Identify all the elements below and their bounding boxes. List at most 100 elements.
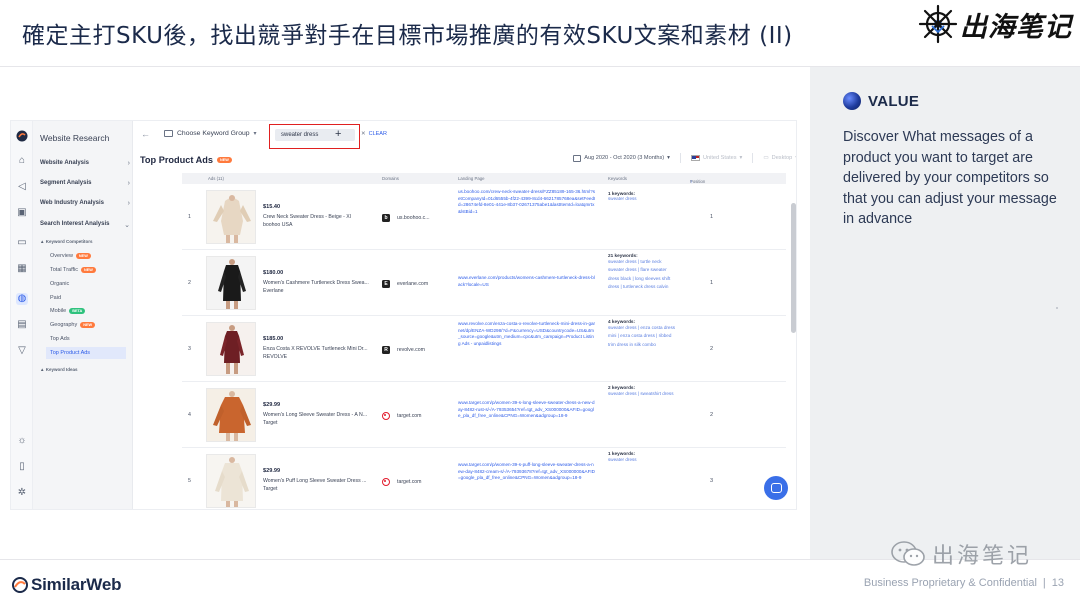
keyword-list[interactable]: sweater dress (608, 456, 678, 464)
country-selector[interactable]: United States ▾ (690, 155, 743, 161)
row-index: 3 (188, 346, 191, 352)
product-image[interactable] (206, 322, 256, 376)
slide-title: 確定主打SKU後，找出競爭對手在目標市場推廣的有效SKU文案和素材 (II) (22, 23, 793, 49)
product-image[interactable] (206, 388, 256, 442)
nav-section-website-analysis[interactable]: Website Analysis › (40, 160, 130, 167)
landing-page-link[interactable]: www.revolve.com/enza-costa-x-revolve-tur… (458, 321, 596, 347)
wechat-watermark: 出海笔记 (890, 538, 1032, 570)
similarweb-app-icon[interactable] (16, 130, 28, 142)
megaphone-icon[interactable]: ◁ (16, 181, 28, 193)
keyword-list[interactable]: sweater dress | turtle neck sweater dres… (608, 258, 678, 292)
similarweb-logo-text: SimilarWeb (31, 575, 122, 594)
header-landing-page[interactable]: Landing Page (458, 176, 485, 181)
section-title: Top Product Ads NEW (140, 155, 232, 165)
home-icon[interactable]: ⌂ (16, 155, 28, 167)
row-index: 2 (188, 280, 191, 286)
table-row[interactable]: 5 $29.99 Women's Puff Long Sleeve Sweate… (182, 448, 786, 509)
ad-position: 1 (710, 280, 714, 286)
filters-bar: Aug 2020 - Oct 2020 (3 Months) ▾ United S… (573, 153, 796, 163)
ad-product-name[interactable]: Women's Long Sleeve Sweater Dress - A N.… (263, 412, 375, 418)
table-row[interactable]: 1 $15.40 Crew Neck Sweater Dress - Beige… (182, 184, 786, 250)
building-icon[interactable]: ▤ (16, 319, 28, 331)
nav-item-paid[interactable]: Paid (50, 295, 61, 301)
scrollbar-thumb[interactable] (791, 203, 796, 333)
ad-product-name[interactable]: Women's Puff Long Sleeve Sweater Dress .… (263, 478, 375, 484)
ad-product-name[interactable]: Enza Costa X REVOLVE Turtleneck Mini Dr.… (263, 346, 375, 352)
ad-store: Target (263, 486, 278, 492)
globe-value-icon (843, 92, 861, 110)
nav-item-overview[interactable]: Overview NEW (50, 253, 91, 259)
ad-product-name[interactable]: Women's Cashmere Turtleneck Dress Swea..… (263, 280, 375, 286)
header-keywords[interactable]: Keywords (608, 176, 627, 181)
nav-item-total-traffic[interactable]: Total Traffic NEW (50, 267, 96, 273)
nav-title: Website Research (40, 133, 110, 143)
ad-price: $180.00 (263, 270, 284, 276)
domain-link[interactable]: target.com (397, 413, 422, 419)
caret-down-icon: ▾ (739, 155, 743, 161)
ad-store: Target (263, 420, 278, 426)
decorative-dot (1056, 307, 1058, 309)
table-row[interactable]: 4 $29.99 Women's Long Sleeve Sweater Dre… (182, 382, 786, 448)
nav-section-search-interest-analysis[interactable]: Search Interest Analysis ⌄ (40, 221, 130, 229)
device-selector[interactable]: ▭Desktop▾ (763, 155, 796, 161)
landing-page-link[interactable]: www.target.com/p/women-39-s-long-sleeve-… (458, 400, 596, 420)
funnel-icon[interactable]: ▽ (16, 345, 28, 357)
landing-page-link[interactable]: www.everlane.com/products/womens-cashmer… (458, 275, 596, 288)
nav-item-organic[interactable]: Organic (50, 281, 69, 287)
domain-link[interactable]: target.com (397, 479, 422, 485)
domain-link[interactable]: revolve.com (397, 347, 425, 353)
globe-icon[interactable]: ◍ (16, 293, 28, 305)
domain-link[interactable]: us.boohoo.c... (397, 215, 430, 221)
domain-favicon: b (382, 214, 390, 222)
book-icon[interactable]: ▯ (16, 461, 28, 473)
keyword-list[interactable]: sweater dress | enza costa dress mini | … (608, 324, 678, 349)
domain-link[interactable]: everlane.com (397, 281, 428, 287)
caret-down-icon: ▾ (795, 155, 796, 161)
chat-support-button[interactable] (764, 476, 788, 500)
landing-page-link[interactable]: www.target.com/p/women-39-s-puff-long-sl… (458, 462, 596, 482)
nav-section-segment-analysis[interactable]: Segment Analysis › (40, 180, 130, 187)
nav-sub-heading-keyword-ideas[interactable]: ▲ Keyword Ideas (40, 367, 77, 372)
clear-button[interactable]: ✕ CLEAR (361, 131, 387, 137)
new-badge: NEW (75, 253, 91, 259)
header-ads[interactable]: Ads (11) (208, 176, 224, 181)
lightbulb-icon[interactable]: ☼ (16, 435, 28, 447)
left-nav: Website Research Website Analysis › Segme… (33, 121, 133, 509)
header-domains[interactable]: Domains (382, 176, 399, 181)
nav-item-geography[interactable]: Geography NEW (50, 322, 96, 328)
table-scrollbar[interactable] (791, 173, 796, 509)
briefcase-icon[interactable]: ▭ (16, 237, 28, 249)
table-row[interactable]: 2 $180.00 Women's Cashmere Turtleneck Dr… (182, 250, 786, 316)
similarweb-logo-icon (12, 577, 28, 593)
date-range-picker[interactable]: Aug 2020 - Oct 2020 (3 Months) ▾ (573, 154, 670, 162)
keyword-list[interactable]: sweater dress (608, 195, 678, 203)
nav-item-top-ads[interactable]: Top Ads (50, 336, 70, 342)
app-screenshot: ⌂ ◁ ▣ ▭ ▦ ◍ ▤ ▽ ☼ ▯ ✲ Website Research W… (10, 120, 797, 510)
filter-divider (679, 153, 681, 163)
watermark-text: 出海笔记 (932, 544, 1033, 569)
keyword-group-selector[interactable]: Choose Keyword Group ▾ (164, 130, 257, 137)
product-image[interactable] (206, 256, 256, 310)
new-badge: NEW (81, 267, 96, 273)
product-image[interactable] (206, 190, 256, 244)
nav-sub-heading-keyword-competitors[interactable]: ▲ Keyword Competitors (40, 239, 92, 244)
ad-product-name[interactable]: Crew Neck Sweater Dress - Beige - Xl (263, 214, 375, 220)
similarweb-logo: SimilarWeb (12, 575, 121, 595)
calendar-icon[interactable]: ▦ (16, 263, 28, 275)
beta-badge: BETA (69, 308, 86, 314)
nav-item-top-product-ads[interactable]: Top Product Ads (46, 347, 126, 359)
chat-icon (770, 483, 782, 493)
product-image[interactable] (206, 454, 256, 508)
row-index: 4 (188, 412, 191, 418)
nav-section-web-industry-analysis[interactable]: Web Industry Analysis › (40, 200, 130, 207)
folder-icon (164, 130, 173, 137)
keyword-list[interactable]: sweater dress | sweatshirt dress (608, 390, 678, 398)
landing-page-link[interactable]: us.boohoo.com/crew-neck-sweater-dress/FZ… (458, 189, 596, 215)
nav-item-mobile[interactable]: Mobile BETA (50, 308, 86, 314)
desktop-icon: ▭ (763, 155, 769, 161)
table-row[interactable]: 3 $185.00 Enza Costa X REVOLVE Turtlenec… (182, 316, 786, 382)
settings-icon[interactable]: ✲ (16, 487, 28, 499)
back-arrow-icon[interactable]: ← (141, 129, 150, 139)
filter-divider (752, 153, 754, 163)
monitor-icon[interactable]: ▣ (16, 207, 28, 219)
